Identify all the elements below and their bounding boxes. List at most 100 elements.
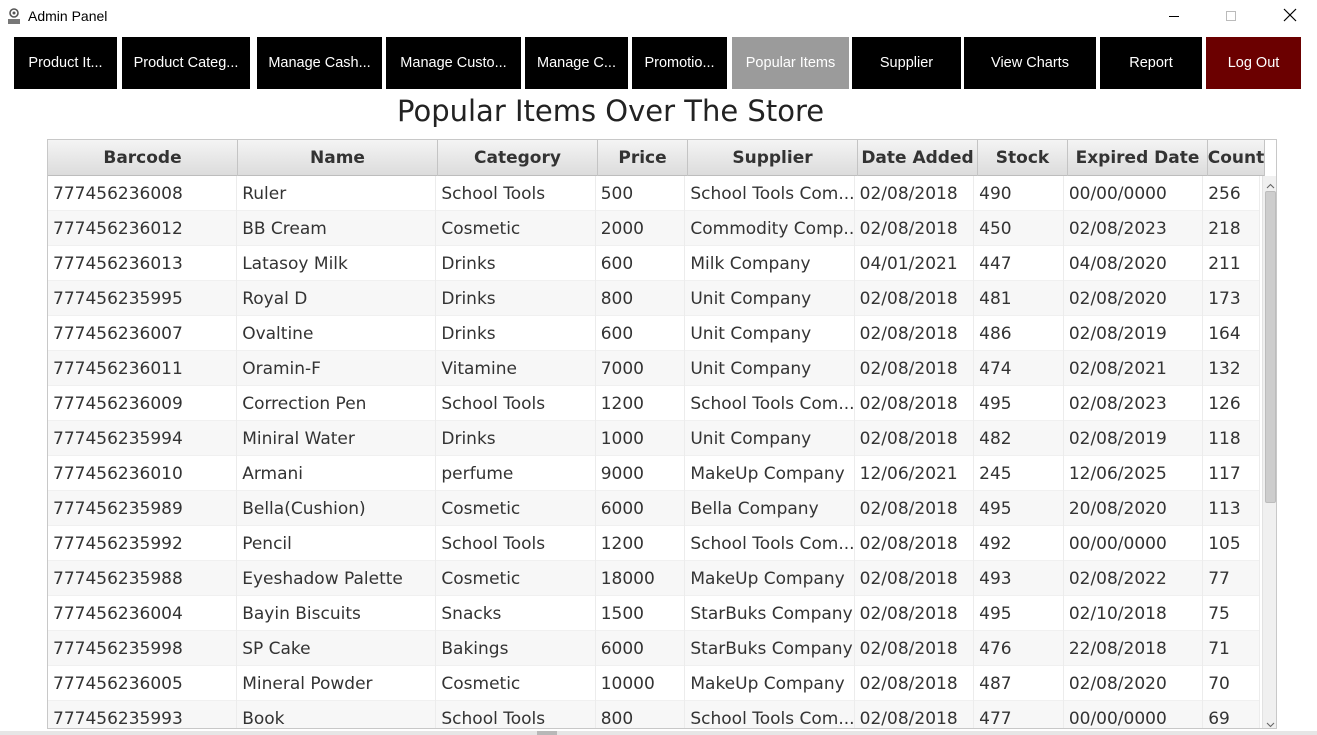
maximize-button[interactable] [1208, 0, 1254, 33]
table-cell: 02/08/2018 [855, 526, 975, 561]
table-row[interactable]: 777456236009 Correction Pen School Tools 12… [48, 386, 1261, 421]
table-cell: 493 [974, 561, 1064, 596]
table-cell: 500 [596, 176, 686, 211]
column-header-count[interactable]: Count [1208, 140, 1265, 176]
table-cell: 02/08/2018 [855, 666, 975, 701]
column-header-date-added[interactable]: Date Added [858, 140, 978, 176]
table-cell: SP Cake [237, 631, 437, 666]
table-cell: 481 [974, 281, 1064, 316]
table-cell: 256 [1203, 176, 1261, 211]
table-cell: 777456235993 [48, 701, 238, 728]
table-cell: 777456235998 [48, 631, 238, 666]
table-cell: MakeUp Company [685, 561, 855, 596]
nav-button-manage-customers[interactable]: Manage Custo... [386, 37, 521, 89]
table-cell: 777456235989 [48, 491, 238, 526]
scroll-down-button[interactable] [1263, 713, 1276, 729]
table-cell: 22/08/2018 [1064, 631, 1204, 666]
table-cell: 02/08/2018 [855, 211, 975, 246]
table-cell: 800 [596, 701, 686, 728]
nav-button-manage-cashiers[interactable]: Manage Cash... [257, 37, 382, 89]
table-cell: Ruler [237, 176, 437, 211]
column-header-supplier[interactable]: Supplier [688, 140, 858, 176]
table-cell: 12/06/2025 [1064, 456, 1204, 491]
table-cell: 02/08/2018 [855, 351, 975, 386]
maximize-icon [1225, 7, 1237, 26]
table-cell: Mineral Powder [237, 666, 437, 701]
table-cell: 482 [974, 421, 1064, 456]
horizontal-scrollbar[interactable] [0, 731, 1317, 735]
close-button[interactable] [1267, 0, 1313, 33]
table-cell: 173 [1203, 281, 1261, 316]
table-row[interactable]: 777456236004 Bayin Biscuits Snacks 1500 Star… [48, 596, 1261, 631]
table-cell: 6000 [596, 491, 686, 526]
minimize-icon [1168, 7, 1180, 26]
table-row[interactable]: 777456236011 Oramin-F Vitamine 7000 Unit Com… [48, 351, 1261, 386]
table-cell: 777456236008 [48, 176, 238, 211]
popular-items-table[interactable]: Barcode Name Category Price Supplier Date Add… [47, 139, 1277, 729]
nav-button-manage-c[interactable]: Manage C... [525, 37, 628, 89]
close-icon [1283, 7, 1297, 26]
table-row[interactable]: 777456236008 Ruler School Tools 500 School T… [48, 176, 1261, 211]
nav-button-popular-items[interactable]: Popular Items [732, 37, 849, 89]
nav-button-report[interactable]: Report [1100, 37, 1202, 89]
table-row[interactable]: 777456235989 Bella(Cushion) Cosmetic 6000 Be… [48, 491, 1261, 526]
table-cell: 777456235994 [48, 421, 238, 456]
table-cell: 02/08/2022 [1064, 561, 1204, 596]
nav-button-promotions[interactable]: Promotio... [632, 37, 727, 89]
table-cell: 777456236004 [48, 596, 238, 631]
table-row[interactable]: 777456235988 Eyeshadow Palette Cosmetic 180… [48, 561, 1261, 596]
table-cell: Unit Company [685, 351, 855, 386]
table-cell: School Tools Com... [685, 386, 855, 421]
nav-button-supplier[interactable]: Supplier [852, 37, 961, 89]
title-bar[interactable]: Admin Panel [0, 0, 1317, 33]
nav-button-log-out[interactable]: Log Out [1206, 37, 1301, 89]
table-cell: 2000 [596, 211, 686, 246]
table-row[interactable]: 777456236007 Ovaltine Drinks 600 Unit Compan… [48, 316, 1261, 351]
table-row[interactable]: 777456235994 Miniral Water Drinks 1000 Unit … [48, 421, 1261, 456]
column-header-stock[interactable]: Stock [978, 140, 1068, 176]
table-cell: 02/08/2019 [1064, 316, 1204, 351]
scrollbar-thumb[interactable] [1265, 191, 1276, 503]
table-cell: MakeUp Company [685, 456, 855, 491]
table-cell: 245 [974, 456, 1064, 491]
table-cell: 20/08/2020 [1064, 491, 1204, 526]
table-cell: Cosmetic [436, 561, 596, 596]
table-cell: 105 [1203, 526, 1261, 561]
minimize-button[interactable] [1151, 0, 1197, 33]
table-cell: 02/08/2018 [855, 561, 975, 596]
column-header-name[interactable]: Name [238, 140, 438, 176]
column-header-category[interactable]: Category [438, 140, 598, 176]
table-row[interactable]: 777456235993 Book School Tools 800 School To… [48, 701, 1261, 728]
nav-button-product-categories[interactable]: Product Categ... [122, 37, 250, 89]
table-cell: 800 [596, 281, 686, 316]
table-row[interactable]: 777456235995 Royal D Drinks 800 Unit Company… [48, 281, 1261, 316]
nav-button-view-charts[interactable]: View Charts [964, 37, 1096, 89]
column-header-price[interactable]: Price [598, 140, 688, 176]
nav-button-product-items[interactable]: Product It... [14, 37, 117, 89]
table-cell: 777456235988 [48, 561, 238, 596]
horizontal-scrollbar-thumb[interactable] [537, 731, 557, 735]
table-row[interactable]: 777456236005 Mineral Powder Cosmetic 10000 M… [48, 666, 1261, 701]
column-header-barcode[interactable]: Barcode [48, 140, 238, 176]
table-cell: 02/10/2018 [1064, 596, 1204, 631]
table-cell: 600 [596, 316, 686, 351]
table-row[interactable]: 777456236010 Armani perfume 9000 MakeUp Comp… [48, 456, 1261, 491]
table-row[interactable]: 777456236012 BB Cream Cosmetic 2000 Commodit… [48, 211, 1261, 246]
table-cell: Pencil [237, 526, 437, 561]
table-cell: Miniral Water [237, 421, 437, 456]
chevron-down-icon [1266, 713, 1275, 729]
table-row[interactable]: 777456235998 SP Cake Bakings 6000 StarBuks C… [48, 631, 1261, 666]
table-cell: 04/01/2021 [855, 246, 975, 281]
table-cell: 02/08/2018 [855, 701, 975, 728]
table-cell: School Tools [436, 386, 596, 421]
vertical-scrollbar[interactable] [1262, 176, 1276, 729]
table-row[interactable]: 777456236013 Latasoy Milk Drinks 600 Milk Co… [48, 246, 1261, 281]
column-header-expired-date[interactable]: Expired Date [1068, 140, 1208, 176]
table-cell: 02/08/2019 [1064, 421, 1204, 456]
table-cell: 04/08/2020 [1064, 246, 1204, 281]
table-row[interactable]: 777456235992 Pencil School Tools 1200 School… [48, 526, 1261, 561]
scroll-up-button[interactable] [1263, 176, 1276, 190]
table-cell: 474 [974, 351, 1064, 386]
table-cell: Vitamine [436, 351, 596, 386]
table-cell: 777456236005 [48, 666, 238, 701]
